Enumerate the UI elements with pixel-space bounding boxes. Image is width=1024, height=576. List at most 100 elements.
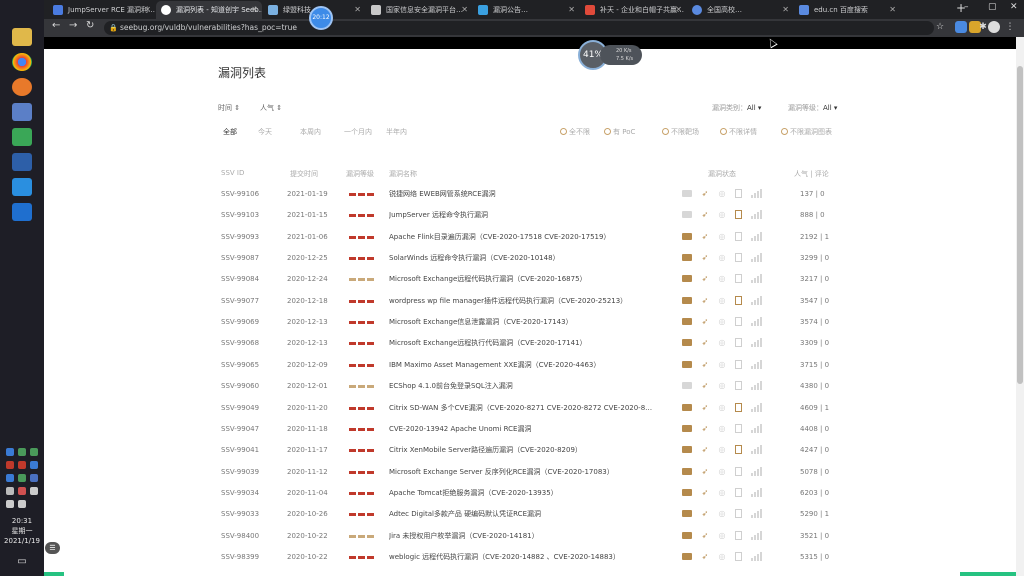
table-row[interactable]: SSV-99047 2020-11-18 CVE-2020-13942 Apache… bbox=[44, 423, 1016, 445]
chart-bars-icon[interactable] bbox=[751, 487, 762, 497]
scrollbar-thumb[interactable] bbox=[1017, 66, 1023, 384]
radio-detail[interactable]: 不限详情 bbox=[720, 127, 757, 137]
table-row[interactable]: SSV-99093 2021-01-06 Apache Flink目录遍历漏洞（CV… bbox=[44, 231, 1016, 253]
ssv-id[interactable]: SSV-99093 bbox=[221, 232, 259, 242]
ssv-id[interactable]: SSV-99106 bbox=[221, 189, 259, 199]
vuln-name[interactable]: SolarWinds 远程命令执行漏洞（CVE-2020-10148） bbox=[389, 253, 659, 263]
target-icon[interactable]: ◎ bbox=[717, 552, 727, 561]
back-icon[interactable]: ← bbox=[52, 20, 60, 31]
document-icon[interactable] bbox=[735, 210, 742, 220]
table-row[interactable]: SSV-98399 2020-10-22 weblogic 远程代码执行漏洞（CVE… bbox=[44, 551, 1016, 573]
close-tab-icon[interactable]: ✕ bbox=[354, 1, 361, 19]
document-icon[interactable] bbox=[735, 359, 742, 369]
target-icon[interactable]: ◎ bbox=[717, 403, 727, 412]
target-icon[interactable]: ◎ bbox=[717, 360, 727, 369]
ssv-id[interactable]: SSV-99077 bbox=[221, 296, 259, 306]
radio-chart[interactable]: 不限漏洞图表 bbox=[781, 127, 832, 137]
target-icon[interactable]: ◎ bbox=[717, 317, 727, 326]
poc-rocket-icon[interactable]: ➶ bbox=[700, 360, 710, 369]
poc-rocket-icon[interactable]: ➶ bbox=[700, 296, 710, 305]
document-icon[interactable] bbox=[735, 487, 742, 497]
table-row[interactable]: SSV-98400 2020-10-22 Jira 未授权用户枚举漏洞（CVE-20… bbox=[44, 530, 1016, 552]
detail-card-icon[interactable] bbox=[682, 403, 692, 411]
tray-app-icon[interactable] bbox=[30, 448, 38, 456]
target-icon[interactable]: ◎ bbox=[717, 338, 727, 347]
radio-range[interactable]: 不限靶场 bbox=[662, 127, 699, 137]
chart-bars-icon[interactable] bbox=[751, 295, 762, 305]
close-tab-icon[interactable]: ✕ bbox=[251, 1, 258, 19]
target-icon[interactable]: ◎ bbox=[717, 381, 727, 390]
document-icon[interactable] bbox=[735, 530, 742, 540]
vuln-name[interactable]: wordpress wp file manager插件远程代码执行漏洞（CVE-… bbox=[389, 296, 659, 306]
poc-rocket-icon[interactable]: ➶ bbox=[700, 531, 710, 540]
target-icon[interactable]: ◎ bbox=[717, 296, 727, 305]
poc-rocket-icon[interactable]: ➶ bbox=[700, 189, 710, 198]
document-icon[interactable] bbox=[735, 466, 742, 476]
chat-icon[interactable]: ☰ bbox=[45, 542, 60, 554]
ssv-id[interactable]: SSV-99065 bbox=[221, 360, 259, 370]
tab[interactable]: 补天 - 企业和白帽子共赢… ✕ bbox=[580, 1, 686, 19]
filter-level[interactable]: 漏洞等级：All ▾ bbox=[788, 103, 837, 113]
address-bar[interactable]: 🔒 seebug.org/vuldb/vulnerabilities?has_p… bbox=[104, 21, 934, 35]
detail-card-icon[interactable] bbox=[682, 467, 692, 475]
ssv-id[interactable]: SSV-99060 bbox=[221, 381, 259, 391]
chart-bars-icon[interactable] bbox=[751, 551, 762, 561]
document-icon[interactable] bbox=[735, 381, 742, 391]
vuln-name[interactable]: ECShop 4.1.0前台免登录SQL注入漏洞 bbox=[389, 381, 659, 391]
ssv-id[interactable]: SSV-99069 bbox=[221, 317, 259, 327]
ssv-id[interactable]: SSV-99087 bbox=[221, 253, 259, 263]
detail-card-icon[interactable] bbox=[682, 446, 692, 454]
document-icon[interactable] bbox=[735, 295, 742, 305]
detail-card-icon[interactable] bbox=[682, 318, 692, 326]
ssv-id[interactable]: SSV-99084 bbox=[221, 274, 259, 284]
poc-rocket-icon[interactable]: ➶ bbox=[700, 403, 710, 412]
vuln-name[interactable]: Microsoft Exchange远程代码执行漏洞（CVE-2020-1687… bbox=[389, 274, 659, 284]
tab[interactable]: 漏洞公告… ✕ bbox=[473, 1, 579, 19]
detail-card-icon[interactable] bbox=[682, 211, 692, 219]
app-pin-icon[interactable] bbox=[12, 203, 32, 221]
tab[interactable]: 全国高校… ✕ bbox=[687, 1, 793, 19]
vuln-name[interactable]: weblogic 远程代码执行漏洞（CVE-2020-14882 、CVE-20… bbox=[389, 552, 659, 562]
close-tab-icon[interactable]: ✕ bbox=[889, 1, 896, 19]
detail-card-icon[interactable] bbox=[682, 510, 692, 518]
document-icon[interactable] bbox=[735, 509, 742, 519]
ssv-id[interactable]: SSV-99049 bbox=[221, 403, 259, 413]
vuln-name[interactable]: Microsoft Exchange信息泄露漏洞（CVE-2020-17143） bbox=[389, 317, 659, 327]
chart-bars-icon[interactable] bbox=[751, 509, 762, 519]
poc-rocket-icon[interactable]: ➶ bbox=[700, 467, 710, 476]
tab[interactable]: JumpServer RCE 漏洞利… ✕ bbox=[48, 1, 155, 19]
vuln-name[interactable]: Citrix SD-WAN 多个CVE漏洞（CVE-2020-8271 CVE-… bbox=[389, 403, 659, 413]
period-half-year[interactable]: 半年内 bbox=[386, 127, 407, 137]
app-blue-icon[interactable] bbox=[12, 178, 32, 196]
ssv-id[interactable]: SSV-99033 bbox=[221, 509, 259, 519]
ssv-id[interactable]: SSV-99103 bbox=[221, 210, 259, 220]
clock-time[interactable]: 20:31 bbox=[0, 516, 44, 526]
chart-bars-icon[interactable] bbox=[751, 317, 762, 327]
detail-card-icon[interactable] bbox=[682, 190, 692, 197]
bookmark-star-icon[interactable]: ☆ bbox=[934, 21, 946, 33]
table-row[interactable]: SSV-99106 2021-01-19 锐捷网络 EWEB网管系统RCE漏洞 ➶ ◎ 1… bbox=[44, 189, 1016, 210]
close-tab-icon[interactable]: ✕ bbox=[568, 1, 575, 19]
table-row[interactable]: SSV-99087 2020-12-25 SolarWinds 远程命令执行漏洞（C… bbox=[44, 253, 1016, 274]
detail-card-icon[interactable] bbox=[682, 232, 692, 240]
remote-desktop-icon[interactable] bbox=[12, 103, 32, 121]
period-today[interactable]: 今天 bbox=[258, 127, 272, 137]
poc-rocket-icon[interactable]: ➶ bbox=[700, 552, 710, 561]
period-week[interactable]: 本周内 bbox=[300, 127, 321, 137]
tray-app7-icon[interactable] bbox=[6, 487, 14, 495]
table-row[interactable]: SSV-99060 2020-12-01 ECShop 4.1.0前台免登录SQL注… bbox=[44, 381, 1016, 402]
target-icon[interactable]: ◎ bbox=[717, 274, 727, 283]
table-row[interactable]: SSV-99103 2021-01-15 JumpServer 远程命令执行漏洞 ➶ ◎… bbox=[44, 210, 1016, 231]
table-row[interactable]: SSV-99041 2020-11-17 Citrix XenMobile Serv… bbox=[44, 445, 1016, 466]
sort-by-time[interactable]: 时间 ⇕ bbox=[218, 103, 240, 113]
chart-bars-icon[interactable] bbox=[751, 423, 762, 433]
poc-rocket-icon[interactable]: ➶ bbox=[700, 445, 710, 454]
detail-card-icon[interactable] bbox=[682, 360, 692, 368]
vuln-name[interactable]: Jira 未授权用户枚举漏洞（CVE-2020-14181） bbox=[389, 531, 659, 541]
document-icon[interactable] bbox=[735, 551, 742, 561]
ssv-id[interactable]: SSV-99034 bbox=[221, 488, 259, 498]
extension-icon[interactable] bbox=[955, 21, 967, 33]
table-row[interactable]: SSV-99033 2020-10-26 Adtec Digital多款产品 硬编码… bbox=[44, 509, 1016, 530]
poc-rocket-icon[interactable]: ➶ bbox=[700, 424, 710, 433]
vuln-name[interactable]: JumpServer 远程命令执行漏洞 bbox=[389, 210, 659, 220]
